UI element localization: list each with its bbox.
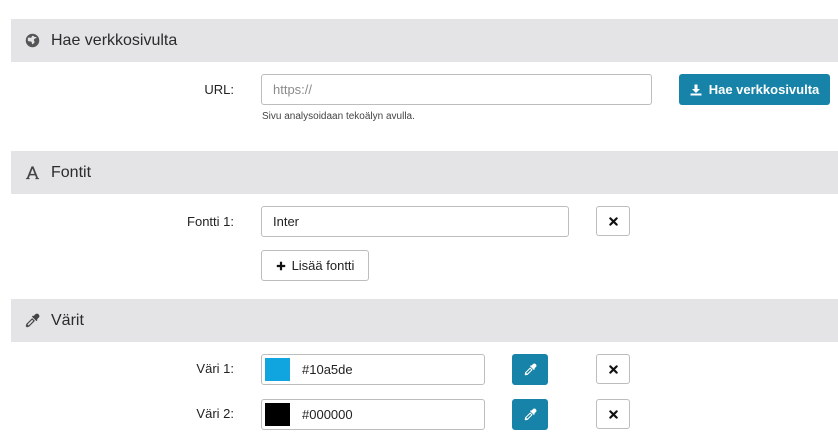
eyedropper-icon	[24, 313, 40, 329]
fetch-website-button-label: Hae verkkosivulta	[708, 82, 820, 97]
url-input[interactable]	[261, 74, 652, 105]
color-2-swatch[interactable]	[265, 403, 290, 426]
add-font-button[interactable]: Lisää fontti	[261, 250, 369, 281]
remove-color-1-button[interactable]	[596, 354, 630, 384]
color-2-picker-button[interactable]	[512, 399, 548, 430]
url-label: URL:	[204, 82, 234, 97]
remove-color-2-button[interactable]	[596, 399, 630, 429]
url-help-text: Sivu analysoidaan tekoälyn avulla.	[262, 111, 415, 122]
fetch-website-button[interactable]: Hae verkkosivulta	[679, 74, 830, 105]
font-1-label: Fontti 1:	[187, 214, 234, 229]
add-font-button-label: Lisää fontti	[291, 258, 355, 273]
color-1-label: Väri 1:	[196, 361, 234, 376]
close-icon	[608, 216, 618, 226]
fonts-section-header: Fontit	[11, 151, 838, 194]
globe-icon	[24, 33, 40, 49]
font-icon	[24, 165, 40, 181]
section-title: Hae verkkosivulta	[51, 31, 178, 49]
close-icon	[608, 364, 618, 374]
close-icon	[608, 409, 618, 419]
color-2-hex: #000000	[302, 407, 353, 422]
color-1-field[interactable]: #10a5de	[261, 354, 485, 385]
download-icon	[690, 84, 702, 96]
remove-font-1-button[interactable]	[596, 206, 630, 236]
color-1-picker-button[interactable]	[512, 354, 548, 385]
plus-icon	[276, 261, 286, 271]
eyedropper-icon	[523, 363, 537, 376]
section-title: Värit	[51, 311, 84, 329]
color-1-swatch[interactable]	[265, 358, 290, 381]
section-title: Fontit	[51, 163, 92, 181]
colors-section-header: Värit	[11, 299, 838, 342]
fetch-section-header: Hae verkkosivulta	[11, 19, 838, 62]
eyedropper-icon	[523, 408, 537, 421]
color-2-field[interactable]: #000000	[261, 399, 485, 430]
font-1-input[interactable]	[261, 206, 569, 237]
color-2-label: Väri 2:	[196, 406, 234, 421]
color-1-hex: #10a5de	[302, 362, 353, 377]
